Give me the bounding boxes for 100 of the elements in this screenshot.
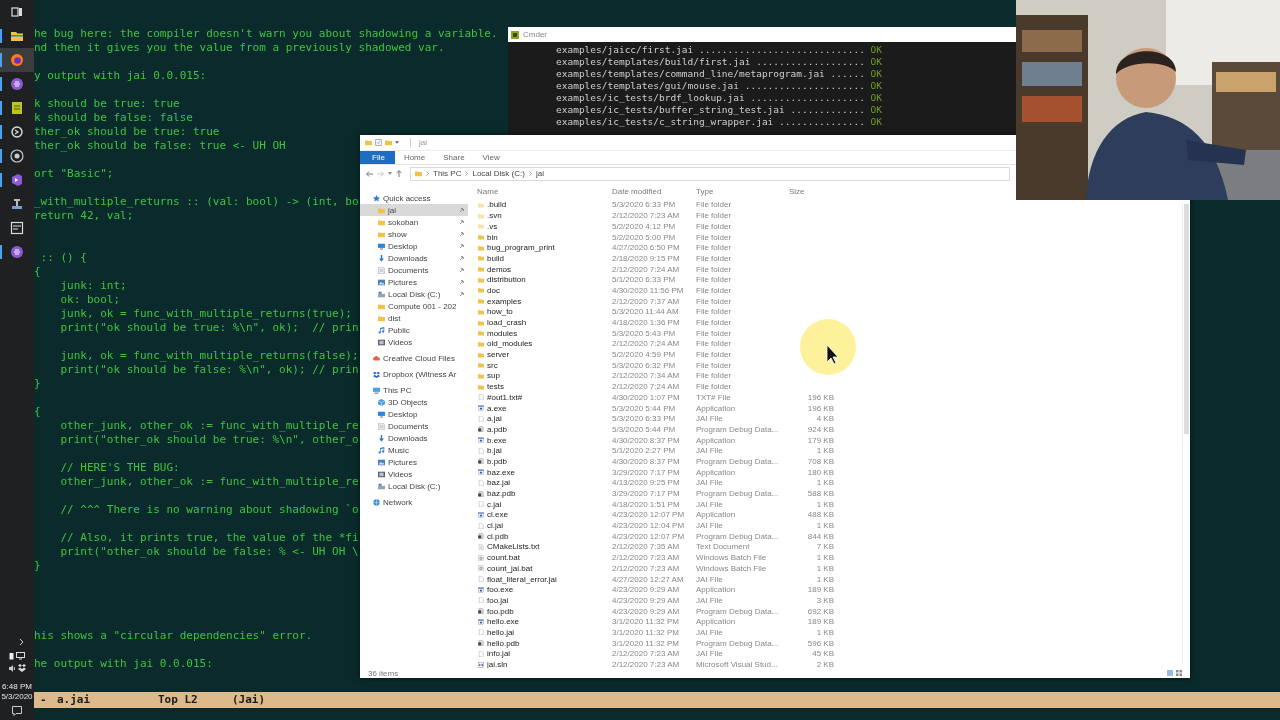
checklist-icon[interactable]	[375, 139, 382, 146]
nav-item[interactable]: dist	[360, 312, 468, 324]
file-name[interactable]: bin	[487, 232, 612, 242]
file-name[interactable]: load_crash	[487, 318, 612, 327]
file-name[interactable]: baz.exe	[487, 467, 612, 477]
studio-icon[interactable]	[10, 173, 24, 187]
nav-item[interactable]: Public	[360, 324, 468, 336]
file-name[interactable]: .vs	[487, 221, 612, 231]
hammer-icon[interactable]	[10, 197, 24, 211]
file-menu[interactable]: File	[360, 151, 395, 164]
nav-item[interactable]: Pictures	[360, 456, 468, 468]
file-name[interactable]: cl.pdb	[487, 531, 612, 541]
nav-item[interactable]: Videos	[360, 336, 468, 348]
orb-icon[interactable]	[10, 77, 24, 91]
file-name[interactable]: foo.exe	[487, 585, 612, 595]
pin-icon[interactable]	[459, 243, 465, 249]
file-name[interactable]: baz.pdb	[487, 489, 612, 498]
file-name[interactable]: a.jai	[487, 414, 612, 424]
panel-icon[interactable]	[10, 221, 24, 235]
caret-icon[interactable]	[388, 172, 392, 175]
file-name[interactable]: .svn	[487, 211, 612, 221]
file-name[interactable]: bug_program_print	[487, 243, 612, 253]
file-name[interactable]: src	[487, 360, 612, 370]
nav-item[interactable]: sokoban	[360, 216, 468, 228]
file-name[interactable]: baz.jai	[487, 478, 612, 488]
clock-date[interactable]: 5/3/2020	[1, 692, 33, 701]
back-arrow-icon[interactable]	[366, 170, 373, 177]
ribbon-tab[interactable]: View	[473, 151, 509, 164]
file-name[interactable]: distribution	[487, 275, 612, 285]
file-name[interactable]: float_literal_error.jai	[487, 574, 612, 584]
breadcrumb-item[interactable]: jai	[535, 169, 544, 178]
nav-item[interactable]: Downloads	[360, 432, 468, 444]
pin-icon[interactable]	[459, 219, 465, 225]
file-name[interactable]: a.pdb	[487, 424, 612, 434]
nav-item[interactable]: Quick access	[360, 192, 468, 204]
file-name[interactable]: b.exe	[487, 435, 612, 445]
file-name[interactable]: count_jai.bat	[487, 563, 612, 573]
file-name[interactable]: demos	[487, 264, 612, 274]
notification-icon[interactable]	[12, 706, 22, 716]
terminal-icon[interactable]	[10, 125, 24, 139]
file-name[interactable]: hello.exe	[487, 617, 612, 627]
file-name[interactable]: hello.pdb	[487, 638, 612, 648]
nav-item[interactable]: Desktop	[360, 408, 468, 420]
chevron-icon[interactable]	[19, 638, 25, 646]
address-bar[interactable]: This PC Local Disk (C:) jai	[410, 166, 1010, 181]
pin-icon[interactable]	[459, 279, 465, 285]
notepad-icon[interactable]	[10, 101, 24, 115]
caret-icon[interactable]	[395, 141, 399, 144]
file-name[interactable]: server	[487, 350, 612, 360]
file-name[interactable]: how_to	[487, 307, 612, 317]
orb-icon[interactable]	[10, 245, 24, 259]
file-name[interactable]: a.exe	[487, 403, 612, 413]
file-name[interactable]: modules	[487, 328, 612, 338]
nav-item[interactable]: show	[360, 228, 468, 240]
pin-icon[interactable]	[459, 267, 465, 273]
file-name[interactable]: build	[487, 253, 612, 263]
file-name[interactable]: b.pdb	[487, 456, 612, 466]
file-name[interactable]: foo.pdb	[487, 606, 612, 616]
file-name[interactable]: count.bat	[487, 553, 612, 563]
nav-item[interactable]: jai	[360, 204, 468, 216]
nav-item[interactable]: Pictures	[360, 276, 468, 288]
ribbon-tab[interactable]: Home	[394, 151, 435, 164]
nav-item[interactable]: Downloads	[360, 252, 468, 264]
pin-icon[interactable]	[459, 231, 465, 237]
nav-item[interactable]: Desktop	[360, 240, 468, 252]
breadcrumb-item[interactable]: This PC	[433, 169, 462, 178]
scrollbar[interactable]	[1182, 204, 1190, 664]
nav-item[interactable]: Videos	[360, 468, 468, 480]
column-header[interactable]: Size	[789, 186, 834, 196]
nav-item[interactable]: Local Disk (C:)	[360, 480, 468, 492]
column-header[interactable]: Date modified	[612, 186, 696, 196]
file-name[interactable]: #out1.txt#	[487, 392, 612, 402]
nav-item[interactable]: Documents	[360, 264, 468, 276]
file-name[interactable]: info.jai	[487, 649, 612, 659]
clock-time[interactable]: 6:48 PM	[2, 682, 32, 691]
file-name[interactable]: doc	[487, 285, 612, 295]
nav-item[interactable]: Documents	[360, 420, 468, 432]
file-name[interactable]: old_modules	[487, 339, 612, 349]
nav-item[interactable]: Network	[360, 496, 468, 508]
nav-item[interactable]: Creative Cloud Files	[360, 352, 468, 364]
pin-icon[interactable]	[459, 291, 465, 297]
nav-item[interactable]: Music	[360, 444, 468, 456]
column-header[interactable]: Name	[468, 186, 612, 196]
pin-icon[interactable]	[459, 255, 465, 261]
globe-icon[interactable]	[10, 53, 24, 67]
file-name[interactable]: hello.jai	[487, 627, 612, 637]
tiles-view-icon[interactable]	[1176, 670, 1182, 676]
file-name[interactable]: sup	[487, 371, 612, 381]
nav-item[interactable]: Local Disk (C:)	[360, 288, 468, 300]
file-name[interactable]: CMakeLists.txt	[487, 542, 612, 552]
file-name[interactable]: foo.jai	[487, 595, 612, 605]
file-name[interactable]: jai.sln	[487, 660, 612, 668]
breadcrumb-item[interactable]: Local Disk (C:)	[472, 169, 525, 178]
boxes-icon[interactable]	[17, 664, 26, 672]
file-name[interactable]: tests	[487, 382, 612, 392]
monitor-icon[interactable]	[16, 652, 25, 660]
ribbon-tab[interactable]: Share	[434, 151, 474, 164]
nav-item[interactable]: This PC	[360, 384, 468, 396]
file-name[interactable]: examples	[487, 296, 612, 306]
aperture-icon[interactable]	[10, 149, 24, 163]
